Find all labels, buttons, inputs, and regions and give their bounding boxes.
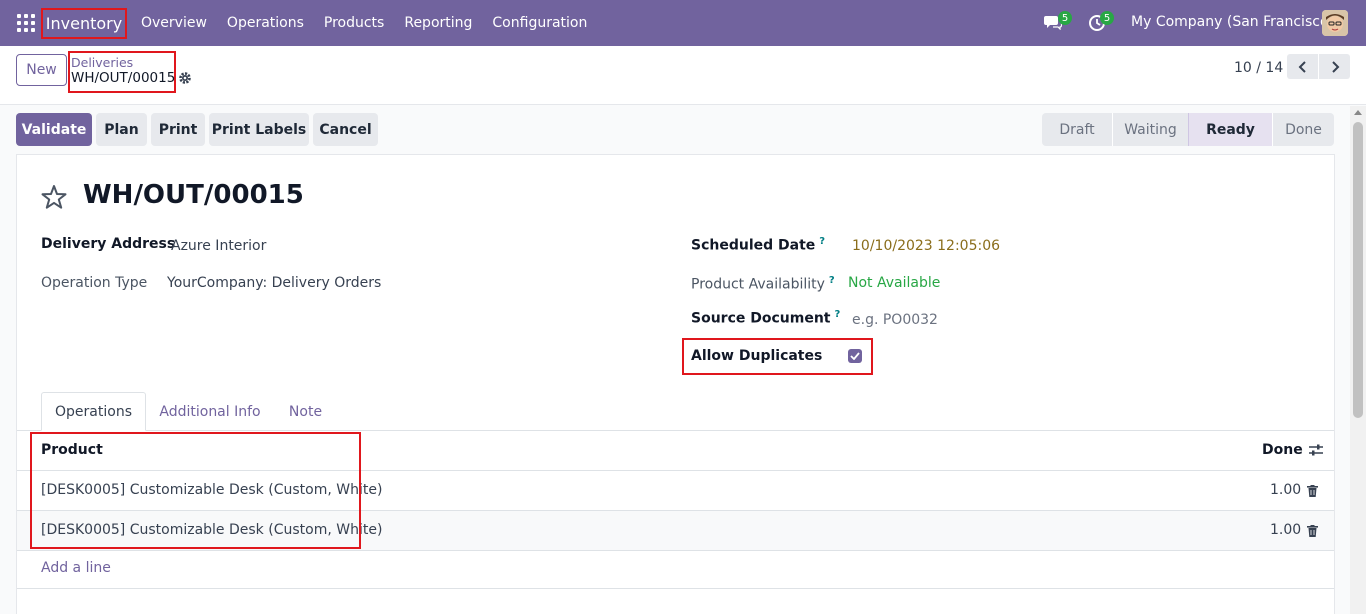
pager-previous-button[interactable] — [1287, 54, 1318, 79]
main-menu: Overview Operations Products Reporting C… — [141, 0, 587, 46]
print-labels-button[interactable]: Print Labels — [209, 113, 309, 146]
activities-count-badge: 5 — [1100, 11, 1114, 25]
source-document-label: Source Document? — [691, 309, 841, 327]
star-icon[interactable] — [40, 183, 68, 211]
top-navbar: Inventory Overview Operations Products R… — [0, 0, 1366, 46]
scheduled-date-value[interactable]: 10/10/2023 12:05:06 — [852, 238, 1000, 254]
scheduled-date-label: Scheduled Date? — [691, 236, 826, 254]
column-header-done[interactable]: Done — [1262, 442, 1303, 458]
checkmark-icon — [850, 352, 860, 360]
product-availability-label: Product Availability? — [691, 275, 835, 293]
tab-note[interactable]: Note — [274, 392, 337, 431]
optional-columns-toggle-icon[interactable] — [1308, 443, 1324, 457]
pager-value[interactable]: 10 / 14 — [1234, 60, 1283, 76]
pager-next-button[interactable] — [1319, 54, 1350, 79]
record-title: WH/OUT/00015 — [83, 180, 304, 210]
row-divider — [17, 550, 1334, 551]
menu-reporting[interactable]: Reporting — [404, 15, 472, 31]
messages-count-badge: 5 — [1058, 11, 1072, 25]
menu-operations[interactable]: Operations — [227, 15, 304, 31]
menu-overview[interactable]: Overview — [141, 15, 207, 31]
delete-row-trash-icon[interactable] — [1307, 525, 1318, 537]
help-tooltip-icon[interactable]: ? — [819, 236, 825, 247]
help-tooltip-icon[interactable]: ? — [835, 309, 841, 320]
control-panel: New Deliveries WH/OUT/00015 10 / 14 — [0, 46, 1366, 105]
menu-products[interactable]: Products — [324, 15, 384, 31]
print-button[interactable]: Print — [151, 113, 205, 146]
chevron-right-icon — [1331, 60, 1339, 73]
status-draft[interactable]: Draft — [1042, 113, 1112, 146]
app-name[interactable]: Inventory — [41, 8, 127, 39]
operation-type-label: Operation Type — [41, 275, 148, 291]
help-tooltip-icon[interactable]: ? — [829, 275, 835, 286]
allow-duplicates-label: Allow Duplicates — [691, 348, 823, 364]
validate-button[interactable]: Validate — [16, 113, 92, 146]
breadcrumb-current: WH/OUT/00015 — [71, 70, 176, 86]
tab-additional-info[interactable]: Additional Info — [150, 392, 270, 431]
scrollbar-thumb[interactable] — [1353, 122, 1363, 418]
delivery-address-label: Delivery Address — [41, 236, 176, 252]
scroll-up-arrow-icon[interactable] — [1354, 110, 1362, 115]
vertical-scrollbar[interactable] — [1350, 106, 1366, 614]
product-availability-value: Not Available — [848, 275, 941, 291]
status-done[interactable]: Done — [1272, 113, 1334, 146]
cancel-button[interactable]: Cancel — [313, 113, 378, 146]
apps-menu-icon[interactable] — [17, 14, 35, 32]
chevron-left-icon — [1298, 60, 1306, 73]
user-avatar[interactable] — [1322, 10, 1348, 36]
row-divider — [17, 588, 1334, 589]
status-waiting[interactable]: Waiting — [1112, 113, 1188, 146]
operation-type-value[interactable]: YourCompany: Delivery Orders — [167, 275, 381, 291]
menu-configuration[interactable]: Configuration — [492, 15, 587, 31]
breadcrumb-deliveries-link[interactable]: Deliveries — [71, 55, 133, 70]
company-switcher[interactable]: My Company (San Francisco) — [1131, 14, 1334, 30]
table-row-done[interactable]: 1.00 — [1270, 482, 1301, 498]
add-line-link[interactable]: Add a line — [41, 560, 111, 576]
delivery-address-value[interactable]: Azure Interior — [171, 238, 266, 254]
table-row-done[interactable]: 1.00 — [1270, 522, 1301, 538]
product-column-highlight — [30, 432, 361, 549]
status-ready[interactable]: Ready — [1188, 113, 1272, 146]
delete-row-trash-icon[interactable] — [1307, 485, 1318, 497]
source-document-input[interactable]: e.g. PO0032 — [852, 312, 938, 328]
allow-duplicates-checkbox[interactable] — [848, 349, 862, 363]
tab-operations[interactable]: Operations — [41, 392, 146, 431]
new-button[interactable]: New — [16, 54, 67, 86]
plan-button[interactable]: Plan — [96, 113, 147, 146]
gear-icon[interactable] — [178, 71, 192, 85]
